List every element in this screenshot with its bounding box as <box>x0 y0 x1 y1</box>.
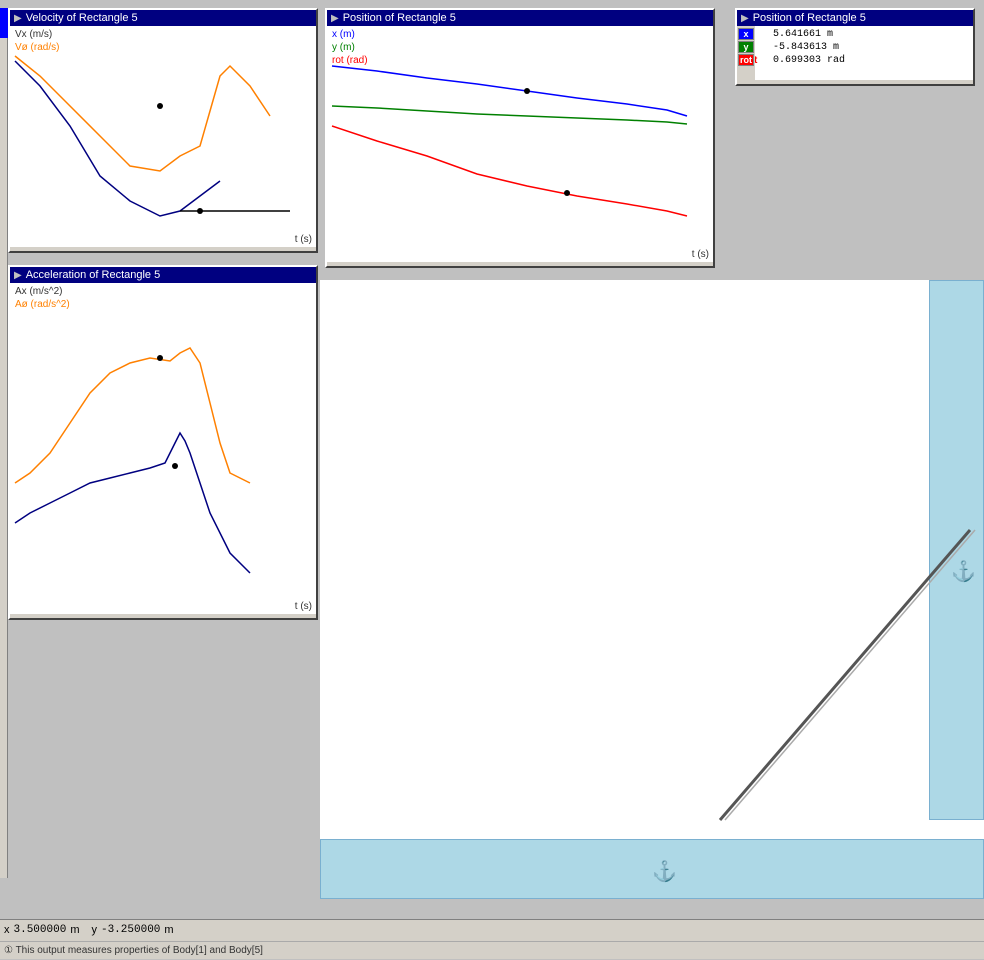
velocity-panel: ▶ Velocity of Rectangle 5 Vx Vø M Vø Vx … <box>8 8 318 253</box>
status-info: ① This output measures properties of Bod… <box>0 941 984 959</box>
scroll-indicator <box>0 8 8 38</box>
position-readout-panel: ▶ Position of Rectangle 5 x y rot x 5.64… <box>735 8 975 86</box>
acceleration-time-label: t (s) <box>295 601 312 612</box>
acceleration-panel-label: Acceleration of Rectangle 5 <box>26 269 161 281</box>
acceleration-panel: ▶ Acceleration of Rectangle 5 Ax Aø |A| … <box>8 265 318 620</box>
position-x-row: x 5.641661 m <box>741 28 969 41</box>
x-coord-label: x <box>4 924 10 936</box>
position-y-row-value: -5.843613 m <box>773 42 839 53</box>
wall-anchor: ⚓ <box>951 559 976 584</box>
position-graph-panel: ▶ Position of Rectangle 5 x y rot x (m) … <box>325 8 715 268</box>
position-rot-row: rot 0.699303 rad <box>741 54 969 67</box>
position-graph-label: Position of Rectangle 5 <box>343 12 456 24</box>
position-y-row: y -5.843613 m <box>741 41 969 54</box>
x-unit: m <box>70 924 79 936</box>
acceleration-chart: Ax (m/s^2) Aø (rad/s^2) t (s) <box>10 283 316 614</box>
position-readout-title: ▶ Position of Rectangle 5 <box>737 10 973 26</box>
position-graph-arrow-icon: ▶ <box>331 13 339 24</box>
velocity-panel-label: Velocity of Rectangle 5 <box>26 12 138 24</box>
velocity-chart: Vx (m/s) Vø (rad/s) t (s) <box>10 26 316 247</box>
floor-anchor: ⚓ <box>652 859 677 884</box>
y-coord-label: y <box>91 924 97 936</box>
position-rot-row-value: 0.699303 rad <box>773 55 845 66</box>
position-time-label: t (s) <box>692 249 709 260</box>
position-readout-x[interactable]: x <box>738 28 754 40</box>
y-unit: m <box>164 924 173 936</box>
x-coord-value: 3.500000 <box>14 924 67 936</box>
position-readout-y[interactable]: y <box>738 41 754 53</box>
position-readout-rot[interactable]: rot <box>738 54 754 66</box>
position-graph-chart: x (m) y (m) rot (rad) t (s) <box>327 26 713 262</box>
vertical-scroll-bar[interactable] <box>0 8 8 878</box>
position-graph-title: ▶ Position of Rectangle 5 <box>327 10 713 26</box>
status-coords-row: x 3.500000 m y -3.250000 m <box>0 920 984 940</box>
position-readout-values: x 5.641661 m y -5.843613 m rot 0.699303 … <box>737 26 973 80</box>
position-graph-svg <box>327 26 713 262</box>
simulation-area: ⚓ ⚓ <box>320 280 984 899</box>
velocity-arrow-icon: ▶ <box>14 13 22 24</box>
velocity-time-label: t (s) <box>295 234 312 245</box>
velocity-panel-title: ▶ Velocity of Rectangle 5 <box>10 10 316 26</box>
velocity-svg <box>10 26 316 247</box>
position-readout-label: Position of Rectangle 5 <box>753 12 866 24</box>
acceleration-arrow-icon: ▶ <box>14 270 22 281</box>
position-readout-arrow-icon: ▶ <box>741 13 749 24</box>
acceleration-panel-title: ▶ Acceleration of Rectangle 5 <box>10 267 316 283</box>
position-x-row-value: 5.641661 m <box>773 29 833 40</box>
y-coord-value: -3.250000 <box>101 924 160 936</box>
acceleration-svg <box>10 283 316 614</box>
ramp-svg <box>320 280 984 899</box>
status-info-text: ① This output measures properties of Bod… <box>4 945 263 956</box>
position-readout-legend: x y rot <box>737 26 755 80</box>
